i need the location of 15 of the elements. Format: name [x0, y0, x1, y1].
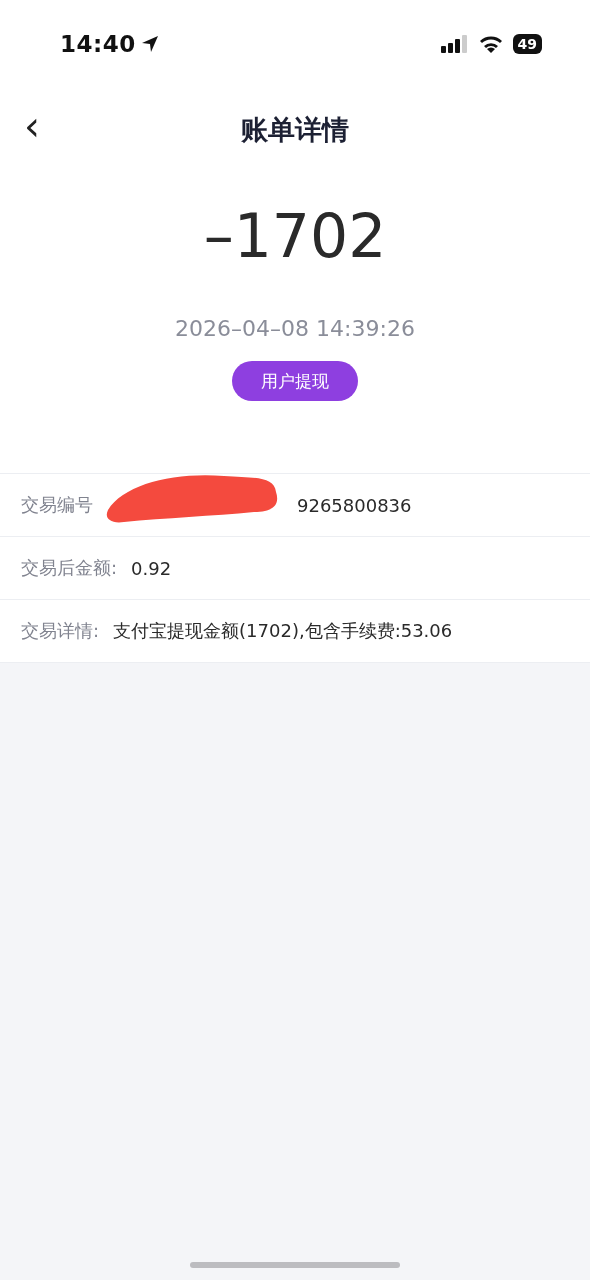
field-value: 9265800836	[297, 494, 412, 516]
amount: –1702	[203, 200, 387, 272]
battery-indicator: 49	[512, 34, 542, 54]
transaction-time: 2026–04–08 14:39:26	[175, 316, 415, 341]
field-value: 支付宝提现金额(1702),包含手续费:53.06	[113, 619, 453, 643]
status-time: 14:40	[60, 31, 136, 57]
page-title: 账单详情	[241, 113, 349, 147]
signal-icon	[440, 35, 469, 53]
wifi-icon	[478, 35, 503, 53]
type-tag: 用户提现	[232, 361, 358, 401]
field-label: 交易后金额:	[21, 556, 118, 580]
field-label: 交易编号	[21, 493, 93, 517]
field-value: 0.92	[131, 557, 172, 579]
field-label: 交易详情:	[21, 619, 100, 643]
back-button[interactable]: ‹	[18, 106, 46, 146]
